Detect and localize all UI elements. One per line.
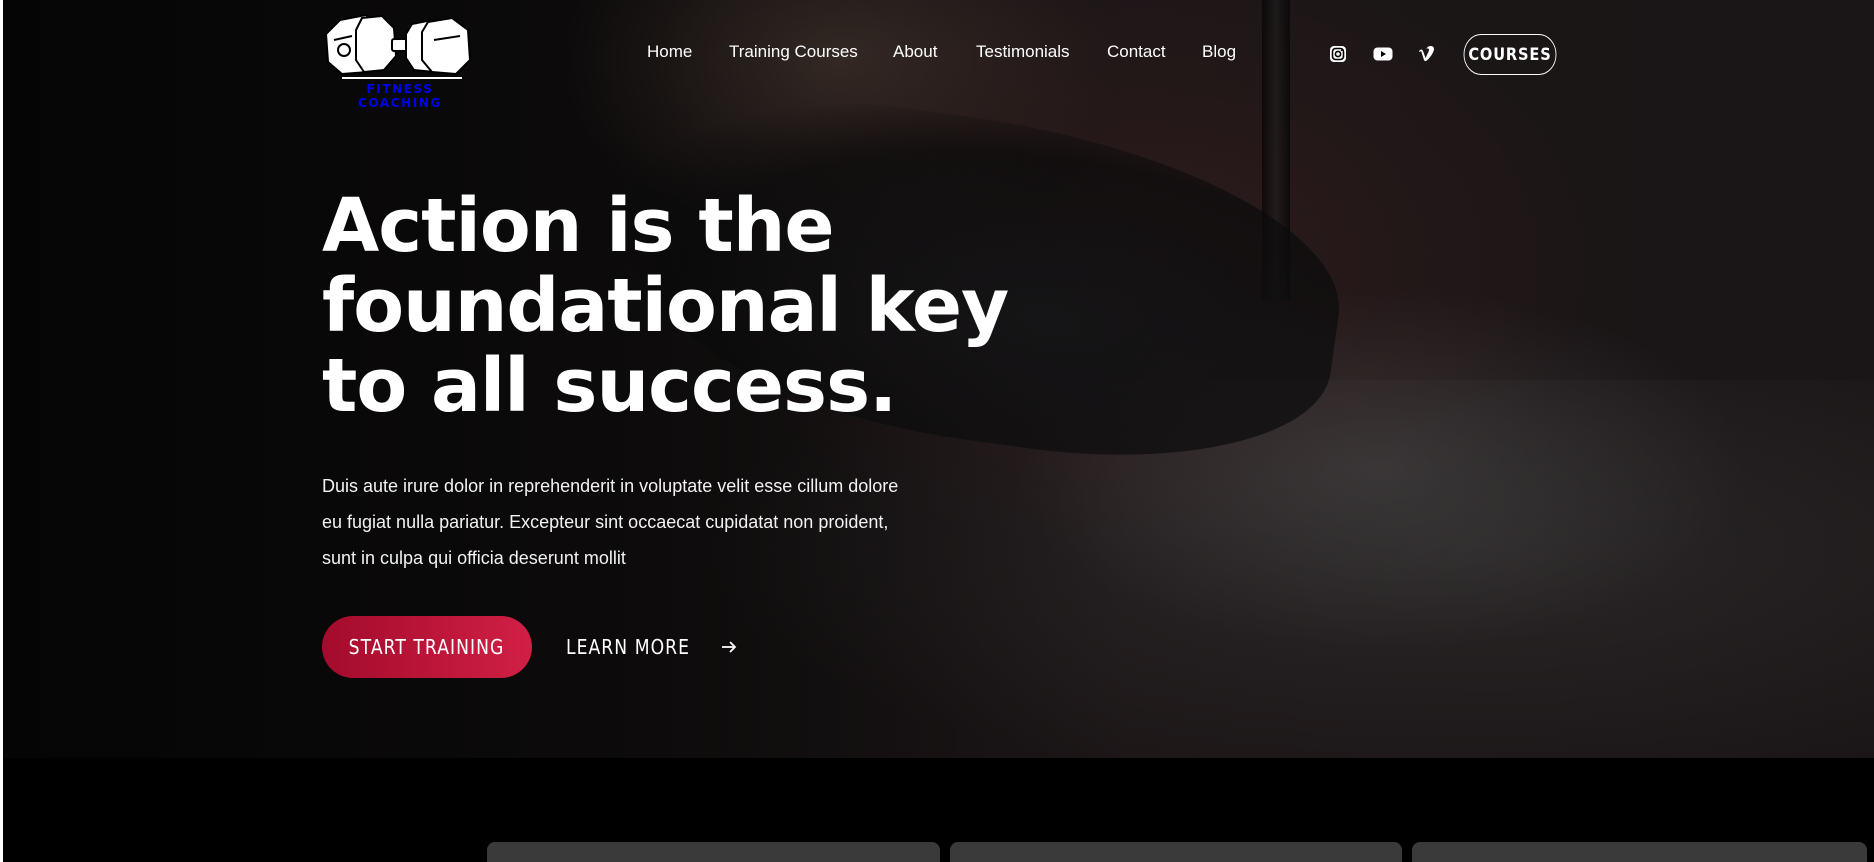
arrow-right-icon (722, 641, 737, 653)
nav-item-home[interactable]: Home (647, 42, 692, 62)
start-training-label: START TRAINING (349, 635, 505, 659)
nav-item-blog[interactable]: Blog (1202, 42, 1236, 62)
feature-cards (0, 842, 1874, 862)
youtube-icon[interactable] (1372, 43, 1394, 65)
instagram-icon[interactable] (1327, 43, 1349, 65)
feature-card[interactable] (487, 842, 940, 862)
hero-lead-line: sunt in culpa qui officia deserunt molli… (322, 548, 626, 568)
hero-headline-line: foundational key (322, 263, 1009, 349)
site-header: FITNESS COACHING Home Training Courses A… (0, 0, 1874, 110)
start-training-button[interactable]: START TRAINING (322, 616, 532, 678)
nav-item-about[interactable]: About (893, 42, 937, 62)
page-edge (0, 0, 3, 862)
hero-headline: Action is the foundational key to all su… (322, 186, 1022, 426)
nav-item-testimonials[interactable]: Testimonials (976, 42, 1070, 62)
courses-button[interactable]: COURSES (1463, 34, 1557, 75)
learn-more-link[interactable]: LEARN MORE (566, 630, 738, 664)
main-nav: Home Training Courses About Testimonials… (0, 42, 1874, 66)
vimeo-icon[interactable] (1416, 43, 1438, 65)
hero-headline-line: Action is the (322, 183, 835, 269)
hero-lead-text: Duis aute irure dolor in reprehenderit i… (322, 468, 942, 576)
nav-item-training-courses[interactable]: Training Courses (729, 42, 858, 62)
feature-card[interactable] (1412, 842, 1867, 862)
learn-more-label: LEARN MORE (566, 635, 691, 659)
hero-headline-line: to all success. (322, 343, 897, 429)
hero-lead-line: Duis aute irure dolor in reprehenderit i… (322, 476, 899, 496)
nav-item-contact[interactable]: Contact (1107, 42, 1166, 62)
feature-card[interactable] (950, 842, 1402, 862)
hero-lead-line: eu fugiat nulla pariatur. Excepteur sint… (322, 512, 889, 532)
logo-text: FITNESS COACHING (358, 82, 442, 110)
